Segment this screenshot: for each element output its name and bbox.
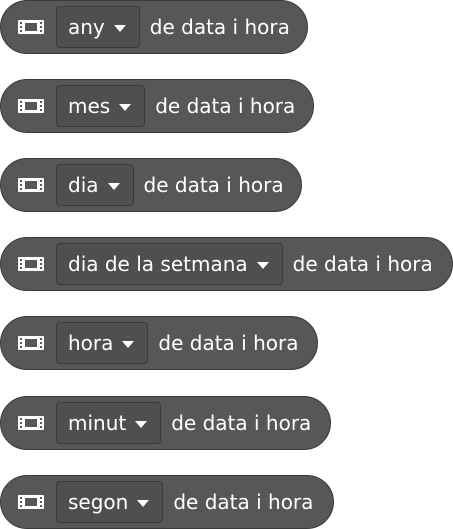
block-suffix-text: de data i hora [292,252,433,276]
film-strip-icon [18,495,44,509]
dropdown-value: dia de la setmana [68,252,248,276]
caret-down-icon [107,182,120,190]
dropdown-value: hora [68,331,114,355]
unit-dropdown[interactable]: hora [56,322,149,364]
datetime-block-any[interactable]: any de data i hora [0,0,308,54]
unit-dropdown[interactable]: dia [56,164,134,206]
block-suffix-text: de data i hora [149,15,290,39]
block-suffix-text: de data i hora [155,94,296,118]
unit-dropdown[interactable]: mes [56,85,146,127]
caret-down-icon [135,420,148,428]
dropdown-value: mes [68,94,111,118]
film-strip-icon [18,20,44,34]
caret-down-icon [119,103,132,111]
unit-dropdown[interactable]: dia de la setmana [56,243,283,285]
datetime-block-mes[interactable]: mes de data i hora [0,79,314,133]
caret-down-icon [256,261,269,269]
film-strip-icon [18,257,44,271]
block-suffix-text: de data i hora [158,331,299,355]
dropdown-value: minut [68,411,127,435]
film-strip-icon [18,178,44,192]
caret-down-icon [137,499,150,507]
dropdown-value: dia [68,173,99,197]
film-strip-icon [18,336,44,350]
caret-down-icon [122,340,135,348]
unit-dropdown[interactable]: segon [56,481,164,523]
dropdown-value: any [68,15,105,39]
film-strip-icon [18,99,44,113]
unit-dropdown[interactable]: any [56,6,140,48]
dropdown-value: segon [68,490,129,514]
datetime-block-dia-de-la-setmana[interactable]: dia de la setmana de data i hora [0,237,453,291]
unit-dropdown[interactable]: minut [56,402,162,444]
block-suffix-text: de data i hora [143,173,284,197]
caret-down-icon [113,24,126,32]
block-suffix-text: de data i hora [173,490,314,514]
datetime-block-dia[interactable]: dia de data i hora [0,158,302,212]
datetime-block-hora[interactable]: hora de data i hora [0,316,318,370]
block-suffix-text: de data i hora [171,411,312,435]
datetime-block-segon[interactable]: segon de data i hora [0,475,334,529]
film-strip-icon [18,416,44,430]
datetime-block-minut[interactable]: minut de data i hora [0,396,331,450]
